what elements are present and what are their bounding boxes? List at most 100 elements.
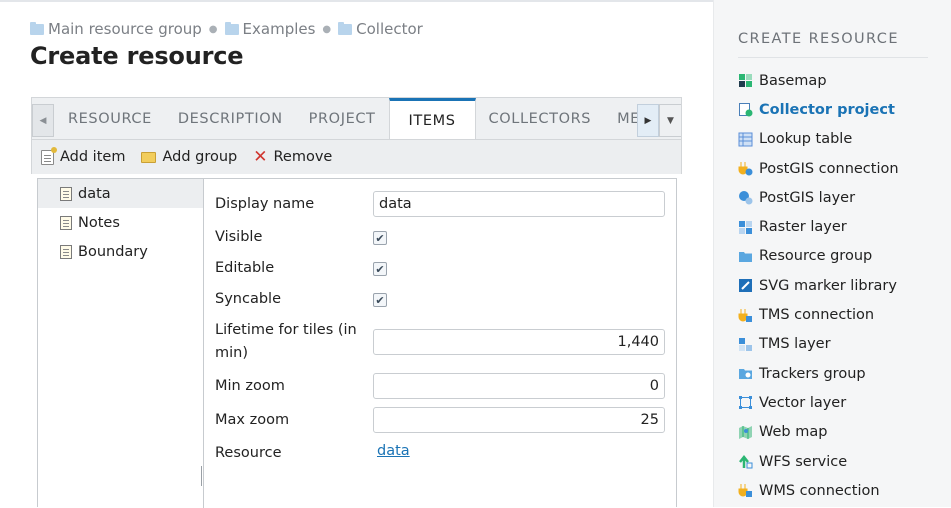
lifetime-input[interactable]: 1,440: [373, 329, 665, 355]
sidebar-title: CREATE RESOURCE: [738, 31, 899, 47]
menu-item-label: Trackers group: [759, 365, 866, 382]
folder-icon: [141, 151, 157, 163]
tree-item-notes[interactable]: Notes: [38, 208, 203, 237]
display-name-label: Display name: [215, 196, 315, 212]
menu-item-label: PostGIS layer: [759, 189, 856, 206]
menu-item-tms-connection[interactable]: TMS connection: [738, 300, 899, 329]
chevron-down-icon: ▼: [667, 115, 674, 126]
items-toolbar: Add item Add group ✕ Remove: [31, 140, 682, 174]
main-panel: Main resource group ● Examples ● Collect…: [0, 0, 713, 508]
breadcrumb-separator: ●: [208, 23, 218, 35]
tab-collectors[interactable]: COLLECTORS: [476, 98, 605, 139]
tab-description[interactable]: DESCRIPTION: [165, 98, 296, 139]
menu-item-label: Vector layer: [759, 394, 847, 411]
tree-item-label: Notes: [78, 214, 120, 231]
lookup-table-icon: [738, 132, 753, 147]
menu-item-vector-layer[interactable]: Vector layer: [738, 388, 899, 417]
items-editor: data Notes Boundary Display name data Vi…: [37, 178, 678, 508]
menu-item-lookup-table[interactable]: Lookup table: [738, 125, 899, 154]
postgis-layer-icon: [739, 191, 753, 205]
menu-item-postgis-layer[interactable]: PostGIS layer: [738, 183, 899, 212]
menu-item-collector-project[interactable]: Collector project: [738, 95, 899, 124]
wms-connection-icon: [738, 484, 752, 498]
visible-checkbox[interactable]: ✔: [373, 231, 387, 245]
menu-item-label: Raster layer: [759, 219, 847, 236]
menu-item-label: Basemap: [759, 72, 827, 89]
tab-items[interactable]: ITEMS: [388, 98, 476, 139]
tree-item-label: Boundary: [78, 243, 148, 260]
menu-item-label: Web map: [759, 424, 828, 441]
resource-type-menu: Basemap Collector project Lookup table P…: [738, 66, 899, 505]
syncable-checkbox[interactable]: ✔: [373, 293, 387, 307]
tab-scroll-right-button[interactable]: ▶: [637, 104, 659, 137]
menu-item-svg-marker-library[interactable]: SVG marker library: [738, 271, 899, 300]
document-icon: [60, 215, 72, 230]
folder-icon: [30, 22, 44, 35]
menu-item-tms-layer[interactable]: TMS layer: [738, 330, 899, 359]
breadcrumb-item-collector[interactable]: Collector: [338, 20, 423, 38]
create-resource-sidebar: CREATE RESOURCE Basemap Collector projec…: [713, 0, 951, 507]
max-zoom-label: Max zoom: [215, 412, 290, 428]
min-zoom-input[interactable]: 0: [373, 373, 665, 399]
document-icon: [60, 244, 72, 259]
menu-item-resource-group[interactable]: Resource group: [738, 242, 899, 271]
lifetime-label-line1: Lifetime for tiles (in: [215, 322, 357, 338]
folder-icon: [338, 22, 353, 35]
sidebar-divider: [738, 57, 928, 58]
resource-link[interactable]: data: [377, 443, 410, 459]
tab-scroll-left-button[interactable]: ◀: [32, 104, 54, 137]
menu-item-label: TMS connection: [759, 307, 875, 324]
chevron-left-icon: ◀: [39, 115, 47, 126]
add-item-label: Add item: [60, 149, 126, 165]
add-group-label: Add group: [162, 149, 238, 165]
vector-layer-icon: [739, 396, 752, 410]
breadcrumb-label[interactable]: Examples: [243, 20, 316, 38]
min-zoom-label: Min zoom: [215, 378, 285, 394]
resource-label: Resource: [215, 445, 282, 461]
menu-item-basemap[interactable]: Basemap: [738, 66, 899, 95]
syncable-label: Syncable: [215, 291, 281, 307]
lifetime-label: Lifetime for tiles (in min): [215, 319, 357, 365]
menu-item-trackers-group[interactable]: Trackers group: [738, 359, 899, 388]
tree-item-data[interactable]: data: [38, 179, 203, 208]
max-zoom-input[interactable]: 25: [373, 407, 665, 433]
display-name-input[interactable]: data: [373, 191, 665, 217]
item-properties-form: Display name data Visible ✔ Editable ✔ S…: [205, 179, 678, 508]
menu-item-label: TMS layer: [759, 336, 831, 353]
folder-icon: [739, 251, 752, 262]
editable-checkbox[interactable]: ✔: [373, 262, 387, 276]
remove-button[interactable]: ✕ Remove: [253, 148, 333, 166]
wfs-service-icon: [739, 454, 753, 469]
trackers-group-icon: [739, 369, 752, 380]
folder-icon: [224, 22, 239, 35]
tab-project[interactable]: PROJECT: [296, 98, 389, 139]
chevron-right-icon: ▶: [644, 115, 652, 126]
document-icon: [60, 186, 72, 201]
breadcrumb-item-examples[interactable]: Examples: [224, 20, 316, 38]
menu-item-web-map[interactable]: Web map: [738, 418, 899, 447]
menu-item-label: Lookup table: [759, 131, 853, 148]
breadcrumb-label[interactable]: Collector: [356, 20, 423, 38]
tab-menu-button[interactable]: ▼: [659, 104, 681, 137]
menu-item-wfs-service[interactable]: WFS service: [738, 447, 899, 476]
menu-item-label: Collector project: [759, 101, 895, 118]
add-group-button[interactable]: Add group: [141, 149, 237, 165]
tab-resource[interactable]: RESOURCE: [55, 98, 165, 139]
menu-item-wms-connection[interactable]: WMS connection: [738, 476, 899, 505]
menu-item-label: WFS service: [759, 453, 848, 470]
checkmark-icon: ✔: [375, 262, 385, 276]
breadcrumb: Main resource group ● Examples ● Collect…: [30, 19, 423, 39]
breadcrumb-item-main-resource-group[interactable]: Main resource group: [30, 20, 202, 38]
remove-label: Remove: [273, 149, 333, 165]
collector-project-icon: [739, 103, 753, 117]
tab-bar: ◀ RESOURCE DESCRIPTION PROJECT ITEMS COL…: [31, 97, 682, 140]
add-item-icon: [41, 146, 57, 165]
breadcrumb-label[interactable]: Main resource group: [48, 20, 202, 38]
menu-item-postgis-connection[interactable]: PostGIS connection: [738, 154, 899, 183]
splitter-handle[interactable]: [201, 466, 202, 486]
add-item-button[interactable]: Add item: [41, 146, 126, 165]
tree-item-boundary[interactable]: Boundary: [38, 237, 203, 266]
menu-item-raster-layer[interactable]: Raster layer: [738, 212, 899, 241]
items-tree: data Notes Boundary: [38, 179, 204, 508]
editable-label: Editable: [215, 260, 275, 276]
